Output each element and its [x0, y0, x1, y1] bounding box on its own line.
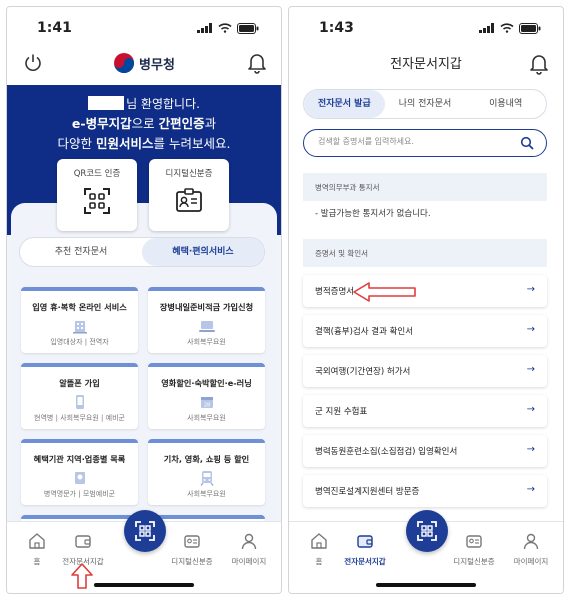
- nav-qr-button[interactable]: [124, 510, 166, 552]
- badge-icon: [74, 472, 85, 484]
- user-icon: [241, 533, 257, 550]
- power-icon[interactable]: [23, 53, 43, 73]
- app-header: 병무청: [7, 43, 281, 85]
- qr-auth-button[interactable]: QR코드 인증: [57, 159, 137, 231]
- notice-empty-text: - 발급가능한 통지서가 없습니다.: [315, 209, 431, 219]
- tab-benefits-services[interactable]: 혜택·편의서비스: [142, 238, 264, 266]
- cert-item-training-confirm[interactable]: 병력동원훈련소집(소집점검) 입영확인서 →: [303, 435, 547, 467]
- tab-history[interactable]: 이용내역: [465, 90, 546, 118]
- cert-item-exam-ticket[interactable]: 군 지원 수험표 →: [303, 395, 547, 427]
- battery-icon: [519, 22, 541, 34]
- service-segment-control: 추천 전자문서 혜택·편의서비스: [19, 237, 265, 267]
- notice-section-header: 병역의무부과 통지서: [303, 173, 547, 201]
- home-indicator: [94, 583, 194, 587]
- nav-digital-id[interactable]: 디지털신분증: [444, 532, 504, 567]
- left-phone-screen: 1:41 병무청 님 환영합니다. e-병무지갑으로 간편인증과 다양한 민원서…: [6, 6, 282, 594]
- nav-mypage[interactable]: 마이페이지: [501, 532, 561, 567]
- hero-line-3: 다양한 민원서비스를 누려보세요.: [57, 136, 231, 151]
- arrow-right-icon: →: [526, 404, 535, 415]
- cert-item-center-visit[interactable]: 병역진로설계지원센터 방문증 →: [303, 475, 547, 507]
- qr-code-icon: [135, 521, 155, 541]
- id-card-icon: [176, 188, 202, 212]
- masked-username: [88, 96, 125, 110]
- bottom-nav: 홈 전자문서지갑 디지털신분증 마이페이지: [289, 510, 563, 593]
- tab-issue-doc[interactable]: 전자문서 발급: [304, 90, 385, 118]
- nav-digital-id[interactable]: 디지털신분증: [162, 532, 222, 567]
- wifi-icon: [500, 23, 514, 33]
- nav-wallet[interactable]: 전자문서지갑: [53, 532, 113, 567]
- hero-line-2: e-병무지갑으로 간편인증과: [71, 116, 217, 131]
- building-icon: [72, 321, 87, 334]
- phone-icon: [75, 395, 84, 409]
- tab-recommended-docs[interactable]: 추천 전자문서: [20, 238, 142, 266]
- arrow-right-icon: →: [526, 324, 535, 335]
- taegeuk-logo-icon: [114, 53, 135, 73]
- service-card[interactable]: 알뜰폰 가입 현역병 | 사회복무요원 | 예비군: [21, 363, 138, 429]
- service-card[interactable]: 기차, 영화, 쇼핑 등 할인 사회복무요원: [148, 439, 265, 505]
- search-icon[interactable]: [520, 136, 534, 150]
- arrow-right-icon: →: [526, 284, 535, 295]
- status-icons: [479, 22, 541, 34]
- battery-icon: [237, 22, 259, 34]
- status-time: 1:43: [319, 20, 354, 36]
- id-card-icon: [466, 535, 482, 548]
- arrow-right-icon: →: [526, 484, 535, 495]
- signal-icon: [197, 23, 212, 33]
- home-indicator: [376, 583, 476, 587]
- cert-item-military-record[interactable]: 병적증명서 →: [303, 275, 547, 307]
- right-phone-screen: 1:43 전자문서지갑 전자문서 발급 나의 전자문서 이용내역 병역의무부과 …: [288, 6, 564, 594]
- wifi-icon: [218, 23, 232, 33]
- service-card[interactable]: 장병내일준비적금 가입신청 사회복무요원: [148, 287, 265, 353]
- qr-code-icon: [417, 521, 437, 541]
- status-bar: 1:43: [289, 7, 563, 43]
- arrow-right-icon: →: [526, 364, 535, 375]
- id-card-icon: [184, 535, 200, 548]
- welcome-text: 님 환영합니다.: [7, 95, 281, 113]
- nav-mypage[interactable]: 마이페이지: [219, 532, 279, 567]
- cert-section-header: 증명서 및 확인서: [303, 239, 547, 267]
- bell-icon[interactable]: [247, 52, 267, 74]
- cert-item-travel-permit[interactable]: 국외여행(기간연장) 허가서 →: [303, 355, 547, 387]
- nav-qr-button[interactable]: [406, 510, 448, 552]
- status-icons: [197, 22, 259, 34]
- service-card[interactable]: 영화할인·숙박할인·e-러닝 28 사회복무요원: [148, 363, 265, 429]
- brand-logo: 병무청: [113, 52, 175, 74]
- service-card[interactable]: 입영 휴·복학 온라인 서비스 입영대상자 | 전역자: [21, 287, 138, 353]
- arrow-right-icon: →: [526, 444, 535, 455]
- wallet-segment-control: 전자문서 발급 나의 전자문서 이용내역: [303, 89, 547, 119]
- certificate-search: [303, 129, 547, 157]
- qr-code-icon: [84, 188, 110, 214]
- highlight-arrow-left-icon: [353, 282, 416, 302]
- service-card[interactable]: 혜택기관 지역·업종별 목록 병역명문가 | 모범예비군: [21, 439, 138, 505]
- bottom-nav: 홈 전자문서지갑 디지털신분증 마이페이지: [7, 510, 281, 593]
- calendar-icon: 28: [200, 397, 213, 409]
- home-icon: [29, 533, 45, 549]
- nav-wallet[interactable]: 전자문서지갑: [335, 532, 395, 567]
- svg-text:28: 28: [203, 403, 209, 409]
- signal-icon: [479, 23, 494, 33]
- laptop-icon: [198, 321, 215, 332]
- brand-name: 병무청: [139, 57, 175, 73]
- highlight-arrow-up-icon: [71, 563, 93, 589]
- page-title: 전자문서지갑: [390, 57, 462, 72]
- digital-id-button[interactable]: 디지털신분증: [149, 159, 229, 231]
- tab-my-docs[interactable]: 나의 전자문서: [385, 90, 466, 118]
- wallet-icon: [357, 535, 373, 548]
- search-input[interactable]: [318, 137, 508, 146]
- wallet-icon: [75, 535, 91, 548]
- train-icon: [200, 471, 213, 486]
- bell-icon[interactable]: [529, 53, 549, 75]
- status-time: 1:41: [37, 20, 72, 36]
- status-bar: 1:41: [7, 7, 281, 43]
- cert-item-tb-result[interactable]: 결핵(흉부)검사 결과 확인서 →: [303, 315, 547, 347]
- user-icon: [523, 533, 539, 550]
- home-icon: [311, 533, 327, 549]
